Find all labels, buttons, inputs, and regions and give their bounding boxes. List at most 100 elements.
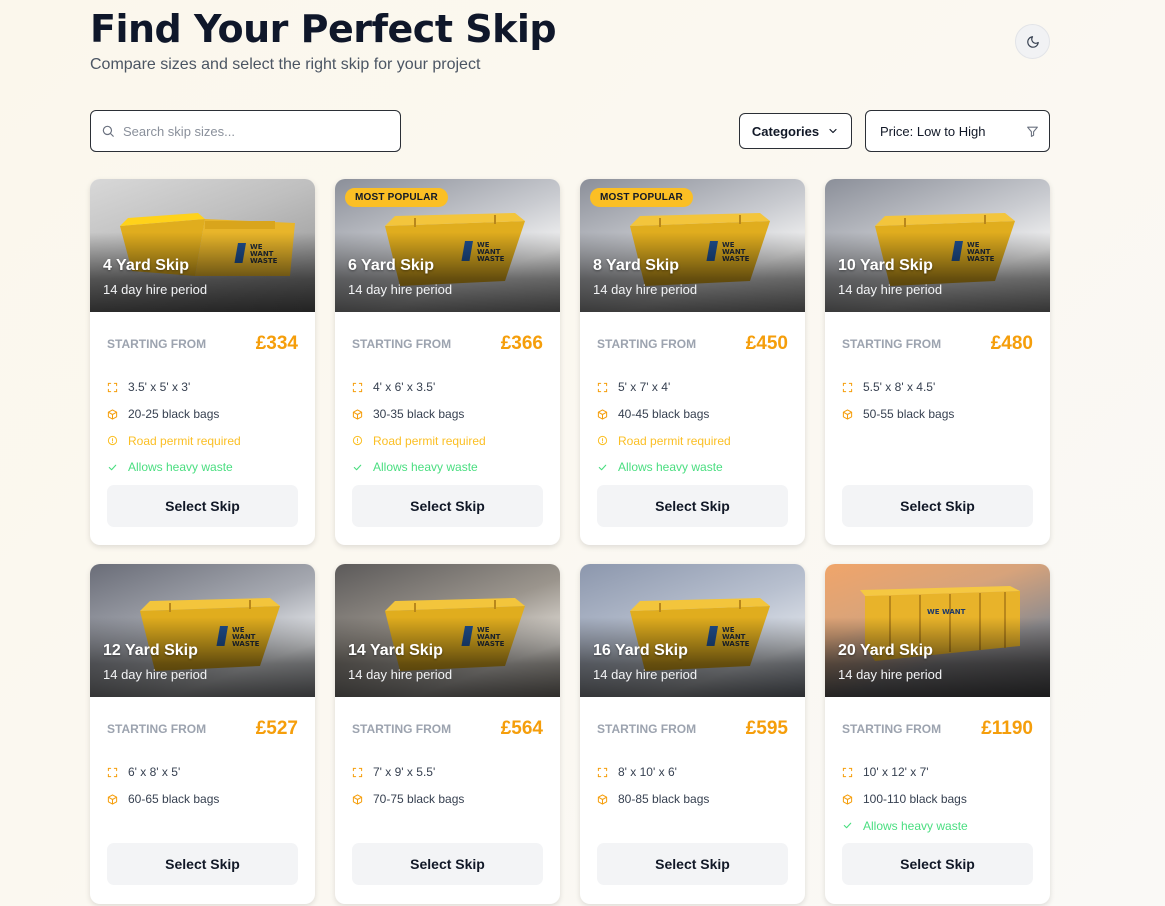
- price-value: £564: [500, 718, 543, 739]
- dimensions-text: 10' x 12' x 7': [863, 765, 929, 780]
- popular-badge: MOST POPULAR: [345, 188, 448, 207]
- bags-text: 20-25 black bags: [128, 407, 220, 422]
- select-skip-button[interactable]: Select Skip: [107, 843, 298, 885]
- feature-bags: 40-45 black bags: [597, 401, 788, 428]
- feature-permit: Road permit required: [597, 427, 788, 454]
- sort-select[interactable]: Price: Low to High: [865, 110, 1050, 152]
- feature-bags: 100-110 black bags: [842, 786, 1033, 813]
- alert-circle-icon: [107, 436, 118, 446]
- page-subtitle: Compare sizes and select the right skip …: [90, 56, 481, 73]
- select-skip-button[interactable]: Select Skip: [597, 485, 788, 527]
- skip-card[interactable]: WE WANT WASTE 14 Yard Skip 14 day hire p…: [335, 564, 560, 904]
- feature-bags: 50-55 black bags: [842, 401, 1033, 428]
- dimensions-text: 4' x 6' x 3.5': [373, 380, 436, 395]
- feature-dimensions: 4' x 6' x 3.5': [352, 374, 543, 401]
- select-skip-button[interactable]: Select Skip: [597, 843, 788, 885]
- dimensions-icon: [107, 767, 118, 777]
- package-icon: [597, 793, 608, 805]
- feature-bags: 80-85 black bags: [597, 786, 788, 813]
- dimensions-icon: [107, 382, 118, 392]
- skip-name: 16 Yard Skip: [593, 642, 688, 659]
- skip-name: 8 Yard Skip: [593, 257, 679, 274]
- skip-name: 12 Yard Skip: [103, 642, 198, 659]
- skip-image-panel: WE WANT WASTE 12 Yard Skip 14 day hire p…: [90, 564, 315, 697]
- select-skip-button[interactable]: Select Skip: [842, 843, 1033, 885]
- select-skip-button[interactable]: Select Skip: [352, 843, 543, 885]
- price-row: STARTING FROM £1190: [842, 697, 1033, 759]
- price-value: £334: [255, 333, 298, 354]
- select-skip-button[interactable]: Select Skip: [352, 485, 543, 527]
- feature-dimensions: 5' x 7' x 4': [597, 374, 788, 401]
- skip-card[interactable]: WE WANT WASTE MOST POPULAR 8 Yard Skip 1…: [580, 179, 805, 545]
- feature-bags: 60-65 black bags: [107, 786, 298, 813]
- bags-text: 40-45 black bags: [618, 407, 710, 422]
- bags-text: 30-35 black bags: [373, 407, 465, 422]
- chevron-down-icon: [829, 128, 837, 134]
- card-body: STARTING FROM £450 5' x 7' x 4' 40-45 bl…: [580, 312, 805, 481]
- price-label: STARTING FROM: [842, 722, 942, 736]
- feature-dimensions: 8' x 10' x 6': [597, 759, 788, 786]
- hire-period: 14 day hire period: [103, 282, 208, 297]
- skip-image-panel: WE WANT WASTE 16 Yard Skip 14 day hire p…: [580, 564, 805, 697]
- skip-name: 10 Yard Skip: [838, 257, 933, 274]
- sort-value: Price: Low to High: [880, 123, 986, 139]
- select-skip-button[interactable]: Select Skip: [842, 485, 1033, 527]
- feature-dimensions: 7' x 9' x 5.5': [352, 759, 543, 786]
- card-body: STARTING FROM £1190 10' x 12' x 7' 100-1…: [825, 697, 1050, 839]
- check-icon: [843, 822, 852, 829]
- dimensions-icon: [597, 382, 608, 392]
- filter-icon: [1027, 126, 1038, 137]
- bags-text: 100-110 black bags: [863, 792, 967, 807]
- price-label: STARTING FROM: [352, 337, 452, 351]
- dimensions-text: 8' x 10' x 6': [618, 765, 677, 780]
- search-input[interactable]: [123, 123, 373, 139]
- feature-dimensions: 10' x 12' x 7': [842, 759, 1033, 786]
- hire-period: 14 day hire period: [348, 667, 453, 682]
- skip-card[interactable]: WE WANT 20 Yard Skip 14 day hire period …: [825, 564, 1050, 904]
- page-title: Find Your Perfect Skip: [90, 7, 557, 51]
- feature-permit: Road permit required: [352, 427, 543, 454]
- feature-heavy-waste: Allows heavy waste: [352, 454, 543, 481]
- package-icon: [352, 793, 363, 805]
- feature-bags: 30-35 black bags: [352, 401, 543, 428]
- theme-toggle-button[interactable]: [1015, 24, 1050, 59]
- dimensions-text: 3.5' x 5' x 3': [128, 380, 191, 395]
- price-value: £480: [990, 333, 1033, 354]
- alert-circle-icon: [597, 436, 608, 446]
- dimensions-icon: [842, 767, 853, 777]
- card-body: STARTING FROM £334 3.5' x 5' x 3' 20-25 …: [90, 312, 315, 481]
- card-body: STARTING FROM £366 4' x 6' x 3.5' 30-35 …: [335, 312, 560, 481]
- price-row: STARTING FROM £334: [107, 312, 298, 374]
- price-value: £450: [745, 333, 788, 354]
- select-skip-button[interactable]: Select Skip: [107, 485, 298, 527]
- skip-card[interactable]: WE WANT WASTE MOST POPULAR 6 Yard Skip 1…: [335, 179, 560, 545]
- alert-circle-icon: [352, 436, 363, 446]
- price-row: STARTING FROM £366: [352, 312, 543, 374]
- permit-text: Road permit required: [618, 433, 731, 448]
- skip-card[interactable]: WE WANT WASTE 16 Yard Skip 14 day hire p…: [580, 564, 805, 904]
- price-row: STARTING FROM £595: [597, 697, 788, 759]
- search-box[interactable]: [90, 110, 401, 152]
- skip-card[interactable]: WE WANT WASTE 10 Yard Skip 14 day hire p…: [825, 179, 1050, 545]
- feature-dimensions: 6' x 8' x 5': [107, 759, 298, 786]
- price-value: £366: [500, 333, 543, 354]
- check-icon: [108, 464, 117, 471]
- categories-button[interactable]: Categories: [739, 113, 852, 149]
- skip-name: 4 Yard Skip: [103, 257, 189, 274]
- bags-text: 80-85 black bags: [618, 792, 710, 807]
- price-value: £1190: [981, 718, 1033, 739]
- hire-period: 14 day hire period: [838, 282, 943, 297]
- hire-period: 14 day hire period: [593, 282, 698, 297]
- skip-card[interactable]: WE WANT WASTE 4 Yard Skip 14 day hire pe…: [90, 179, 315, 545]
- bags-text: 60-65 black bags: [128, 792, 220, 807]
- heavy-waste-text: Allows heavy waste: [618, 460, 723, 475]
- hire-period: 14 day hire period: [838, 667, 943, 682]
- price-value: £595: [745, 718, 788, 739]
- dimensions-icon: [842, 382, 853, 392]
- price-value: £527: [255, 718, 298, 739]
- package-icon: [352, 408, 363, 420]
- price-label: STARTING FROM: [107, 722, 207, 736]
- package-icon: [107, 408, 118, 420]
- feature-bags: 70-75 black bags: [352, 786, 543, 813]
- skip-card[interactable]: WE WANT WASTE 12 Yard Skip 14 day hire p…: [90, 564, 315, 904]
